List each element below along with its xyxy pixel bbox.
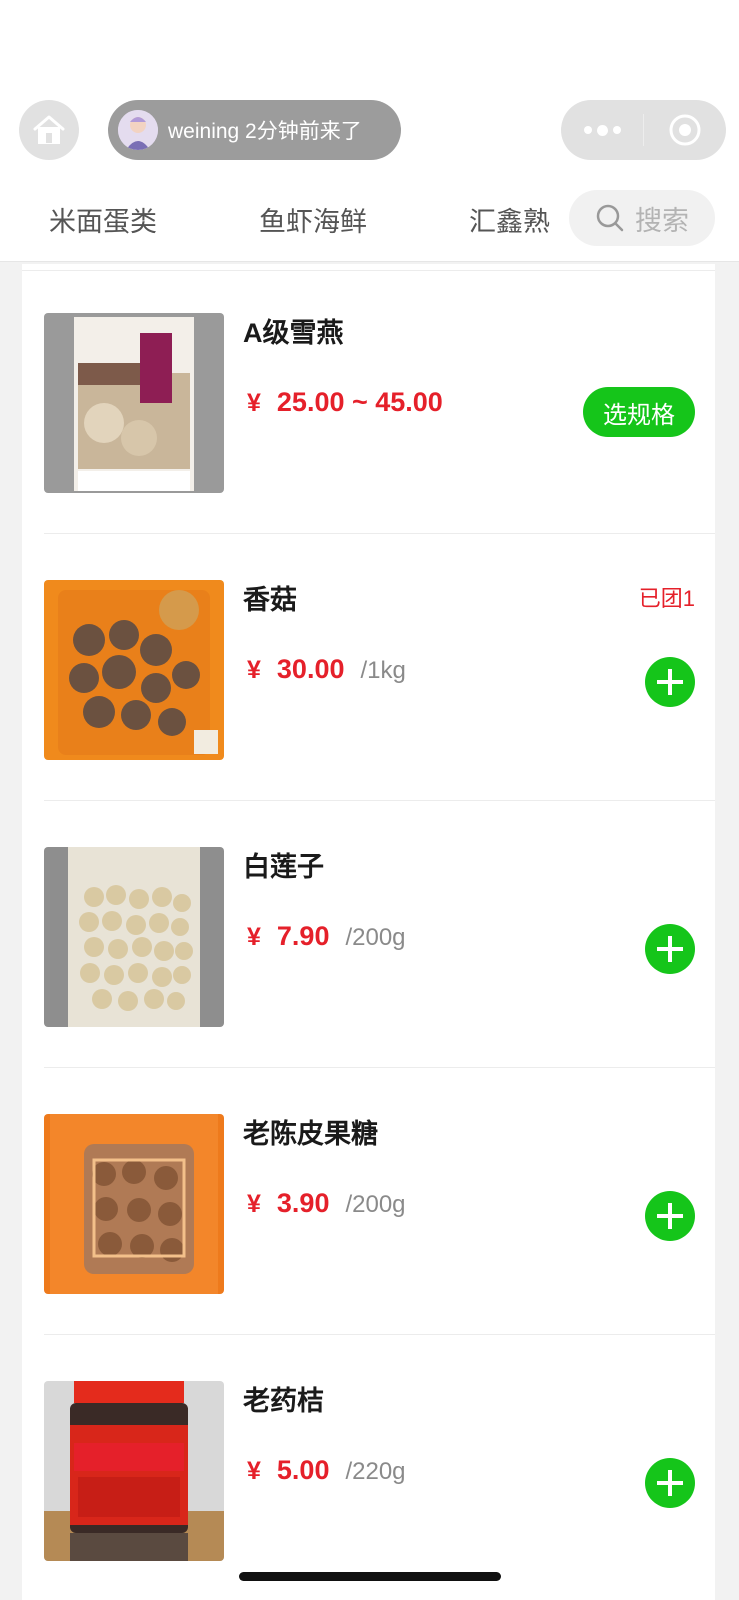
search-icon: [596, 204, 624, 232]
product-price: ¥ 7.90 /200g: [247, 921, 406, 952]
mushroom-photo: [44, 580, 224, 760]
group-count-badge: 已团1: [638, 586, 695, 611]
product-item[interactable]: 香菇 已团1 ¥ 30.00 /1kg: [22, 533, 715, 800]
avatar: [118, 110, 158, 150]
add-to-cart-button[interactable]: [645, 1191, 695, 1241]
currency-symbol: ¥: [247, 389, 261, 417]
search-label: 搜索: [635, 205, 689, 236]
close-target-icon: [669, 114, 701, 146]
header: weining 2分钟前来了 米面蛋类 鱼虾海鲜 汇鑫熟 搜索: [0, 0, 739, 262]
currency-symbol: ¥: [247, 923, 261, 951]
product-name: 老药桔: [243, 1386, 324, 1416]
tangerine-peel-candy-photo: [44, 1114, 224, 1294]
tab-category-3[interactable]: 汇鑫熟: [469, 200, 550, 239]
category-tabs: 米面蛋类 鱼虾海鲜 汇鑫熟: [0, 188, 570, 248]
product-item[interactable]: 白莲子 ¥ 7.90 /200g: [22, 800, 715, 1067]
add-to-cart-button[interactable]: [645, 924, 695, 974]
product-name: 香菇: [243, 585, 297, 615]
plus-icon: [657, 1203, 683, 1229]
plus-icon: [657, 669, 683, 695]
currency-symbol: ¥: [247, 1457, 261, 1485]
snow-swallow-photo: [44, 313, 224, 493]
product-image[interactable]: [44, 313, 224, 493]
product-item[interactable]: 老药桔 ¥ 5.00 /220g: [22, 1334, 715, 1600]
price-unit: /200g: [345, 1191, 406, 1218]
price-amount: 25.00 ~ 45.00: [276, 387, 443, 417]
plus-icon: [657, 1470, 683, 1496]
price-amount: 30.00: [276, 654, 345, 684]
product-price: ¥ 30.00 /1kg: [247, 654, 406, 685]
price-unit: /1kg: [360, 657, 406, 684]
close-button[interactable]: [644, 100, 726, 160]
product-price: ¥ 3.90 /200g: [247, 1188, 406, 1219]
select-spec-button[interactable]: 选规格: [583, 387, 695, 437]
product-name: A级雪燕: [243, 318, 344, 348]
more-button[interactable]: [561, 100, 643, 160]
price-amount: 5.00: [276, 1455, 330, 1485]
product-name: 白莲子: [243, 852, 324, 882]
currency-symbol: ¥: [247, 656, 261, 684]
price-amount: 3.90: [276, 1188, 330, 1218]
page: weining 2分钟前来了 米面蛋类 鱼虾海鲜 汇鑫熟 搜索 A级雪燕 ¥ 2…: [0, 0, 739, 1600]
tab-category-2[interactable]: 鱼虾海鲜: [259, 200, 367, 239]
home-indicator[interactable]: [239, 1572, 501, 1581]
product-image[interactable]: [44, 1114, 224, 1294]
product-image[interactable]: [44, 580, 224, 760]
product-image[interactable]: [44, 1381, 224, 1561]
tab-category-1[interactable]: 米面蛋类: [49, 200, 157, 239]
search-button[interactable]: 搜索: [569, 190, 715, 246]
more-dots-icon: [583, 126, 592, 134]
product-item[interactable]: 老陈皮果糖 ¥ 3.90 /200g: [22, 1067, 715, 1334]
visitor-notice[interactable]: weining 2分钟前来了: [108, 100, 401, 160]
product-price: ¥ 25.00 ~ 45.00: [247, 387, 443, 418]
home-button[interactable]: [19, 100, 79, 160]
product-name: 老陈皮果糖: [243, 1119, 378, 1149]
product-price: ¥ 5.00 /220g: [247, 1455, 406, 1486]
avatar-image: [118, 110, 158, 150]
visitor-text: weining 2分钟前来了: [168, 120, 362, 143]
price-unit: /220g: [345, 1458, 406, 1485]
price-amount: 7.90: [276, 921, 330, 951]
lotus-seed-photo: [44, 847, 224, 1027]
price-unit: /200g: [345, 924, 406, 951]
home-icon: [33, 115, 65, 144]
plus-icon: [657, 936, 683, 962]
medicinal-tangerine-jar-photo: [44, 1381, 224, 1561]
product-image[interactable]: [44, 847, 224, 1027]
add-to-cart-button[interactable]: [645, 1458, 695, 1508]
product-item[interactable]: A级雪燕 ¥ 25.00 ~ 45.00 选规格: [22, 266, 715, 533]
currency-symbol: ¥: [247, 1190, 261, 1218]
add-to-cart-button[interactable]: [645, 657, 695, 707]
mini-program-capsule: [561, 100, 726, 160]
